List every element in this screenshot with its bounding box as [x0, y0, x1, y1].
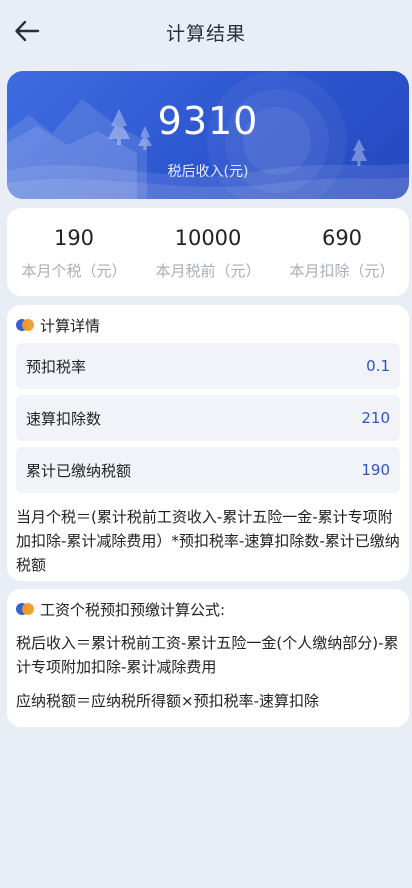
- formula-title: 工资个税预扣预缴计算公式:: [40, 600, 226, 619]
- after-tax-label: 税后收入(元): [167, 164, 249, 180]
- detail-row-label: 预扣税率: [26, 357, 87, 376]
- detail-row-paid-tax: 累计已缴纳税额 190: [16, 447, 400, 493]
- details-title: 计算详情: [40, 316, 101, 335]
- summary-pretax-value: 10000: [174, 226, 242, 250]
- summary-tax: 190 本月个税（元）: [7, 208, 141, 296]
- detail-row-value: 190: [361, 461, 390, 479]
- formula-card: 工资个税预扣预缴计算公式: 税后收入＝累计税前工资-累计五险一金(个人缴纳部分)…: [7, 589, 409, 727]
- details-header: 计算详情: [16, 313, 400, 337]
- summary-pretax-label: 本月税前（元）: [155, 262, 261, 280]
- detail-row-label: 累计已缴纳税额: [26, 461, 132, 480]
- after-tax-amount: 9310: [157, 99, 259, 143]
- dual-dot-icon: [16, 603, 36, 615]
- detail-row-value: 210: [361, 409, 390, 427]
- monthly-tax-formula: 当月个税＝(累计税前工资收入-累计五险一金-累计专项附加扣除-累计减除费用）*预…: [16, 508, 400, 574]
- summary-pretax: 10000 本月税前（元）: [141, 208, 275, 296]
- back-arrow-icon: [15, 20, 40, 42]
- dual-dot-icon: [16, 319, 36, 331]
- back-button[interactable]: [12, 16, 42, 46]
- detail-row-label: 速算扣除数: [26, 409, 102, 428]
- summary-deduction-value: 690: [321, 226, 363, 250]
- page-title: 计算结果: [165, 22, 246, 45]
- tax-payable-formula: 应纳税额＝应纳税所得额×预扣税率-速算扣除: [16, 692, 319, 710]
- summary-deduction: 690 本月扣除（元）: [275, 208, 409, 296]
- calculation-details-card: 计算详情 预扣税率 0.1 速算扣除数 210 累计已缴纳税额 190 当月个税…: [7, 305, 409, 581]
- summary-deduction-label: 本月扣除（元）: [289, 262, 395, 280]
- summary-tax-value: 190: [53, 226, 95, 250]
- detail-row-value: 0.1: [366, 357, 390, 375]
- summary-tax-label: 本月个税（元）: [21, 262, 127, 280]
- after-tax-banner: 9310 税后收入(元): [7, 71, 409, 199]
- formula-header: 工资个税预扣预缴计算公式:: [16, 597, 400, 621]
- detail-row-rate: 预扣税率 0.1: [16, 343, 400, 389]
- monthly-summary-card: 190 本月个税（元） 10000 本月税前（元） 690 本月扣除（元）: [7, 208, 409, 296]
- header-bar: 计算结果: [0, 0, 412, 64]
- after-tax-formula: 税后收入＝累计税前工资-累计五险一金(个人缴纳部分)-累计专项附加扣除-累计减除…: [16, 634, 399, 676]
- detail-row-quick-deduction: 速算扣除数 210: [16, 395, 400, 441]
